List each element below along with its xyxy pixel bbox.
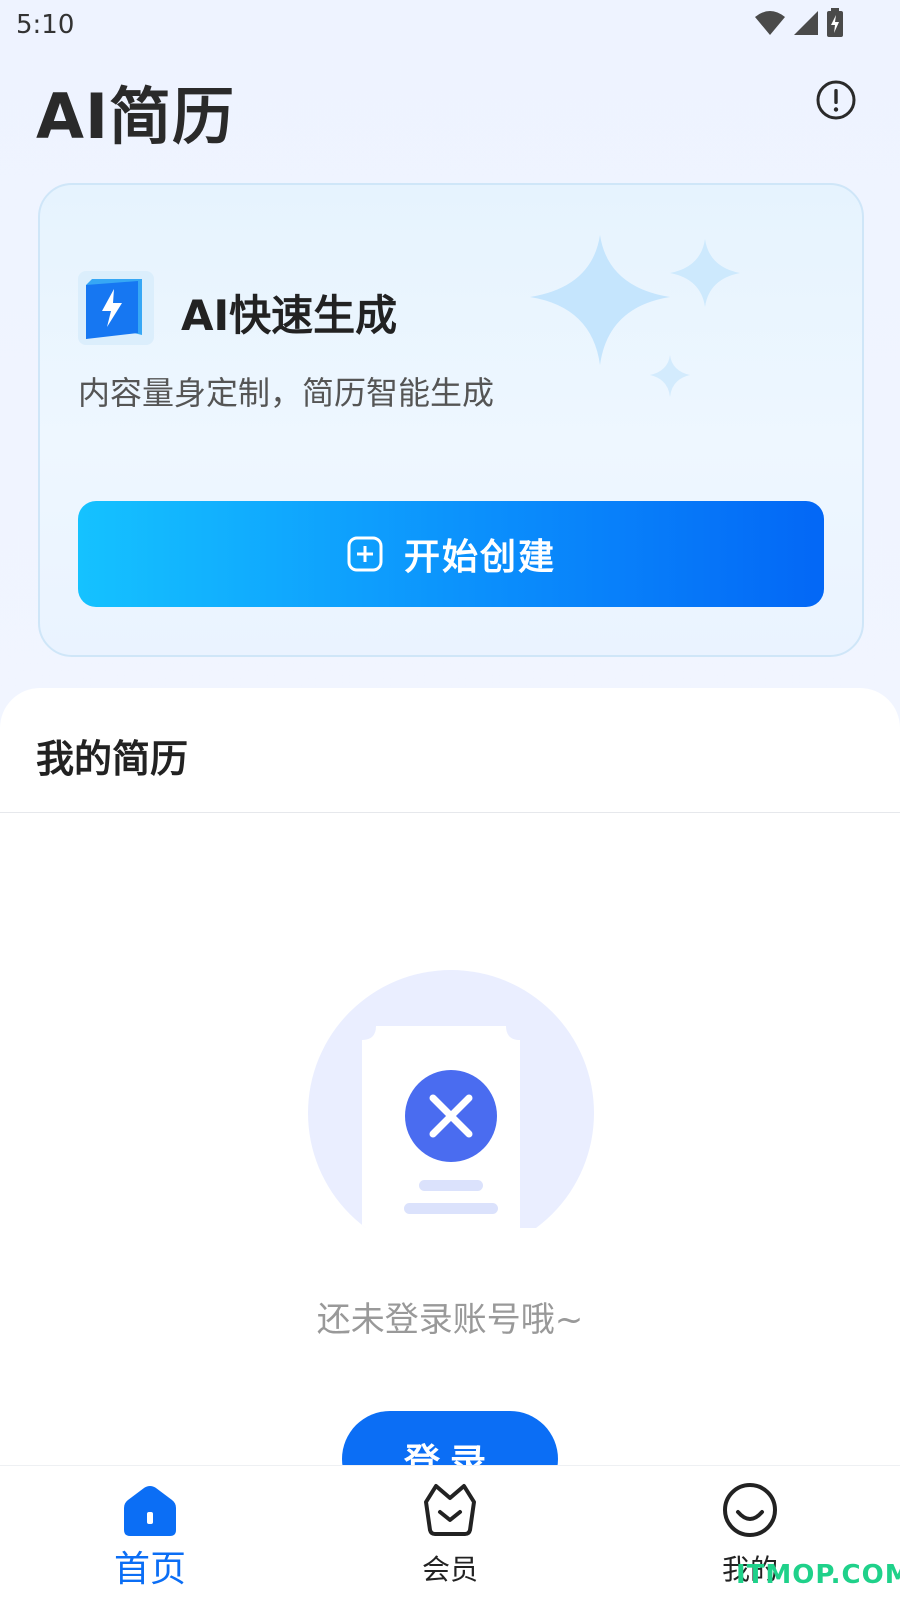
divider [0,812,900,813]
hero-subtitle: 内容量身定制，简历智能生成 [78,374,495,412]
signal-icon [794,11,818,35]
start-create-label: 开始创建 [403,537,556,578]
battery-icon [827,8,843,37]
sparkle-icon [530,235,740,397]
home-icon [124,1486,176,1536]
smile-icon [723,1483,777,1537]
nav-label-home: 首页 [113,1549,186,1590]
status-time: 5:10 [16,10,75,40]
nav-item-member[interactable]: 会员 [370,1466,530,1600]
empty-state-text: 还未登录账号哦~ [316,1300,584,1340]
my-resume-panel: 我的简历 还未登录账号哦~ 登录 [0,688,900,1600]
wifi-icon [755,11,785,35]
status-icons [754,8,844,38]
empty-resume-illustration [308,970,594,1228]
start-create-button[interactable]: 开始创建 [78,501,824,607]
hero-title: AI快速生成 [181,291,398,340]
add-square-icon [347,536,383,572]
app-title: AI简历 [36,80,236,153]
status-bar: 5:10 [0,0,900,50]
ai-generate-card: AI快速生成 内容量身定制，简历智能生成 开始创建 [38,183,864,657]
vip-basket-icon [424,1484,476,1536]
nav-item-home[interactable]: 首页 [70,1466,230,1600]
watermark: ITMOP.COM [736,1560,900,1590]
lightning-document-icon [78,271,154,345]
nav-label-member: 会员 [421,1553,478,1586]
section-title: 我的简历 [36,737,189,781]
info-icon[interactable] [816,80,856,120]
